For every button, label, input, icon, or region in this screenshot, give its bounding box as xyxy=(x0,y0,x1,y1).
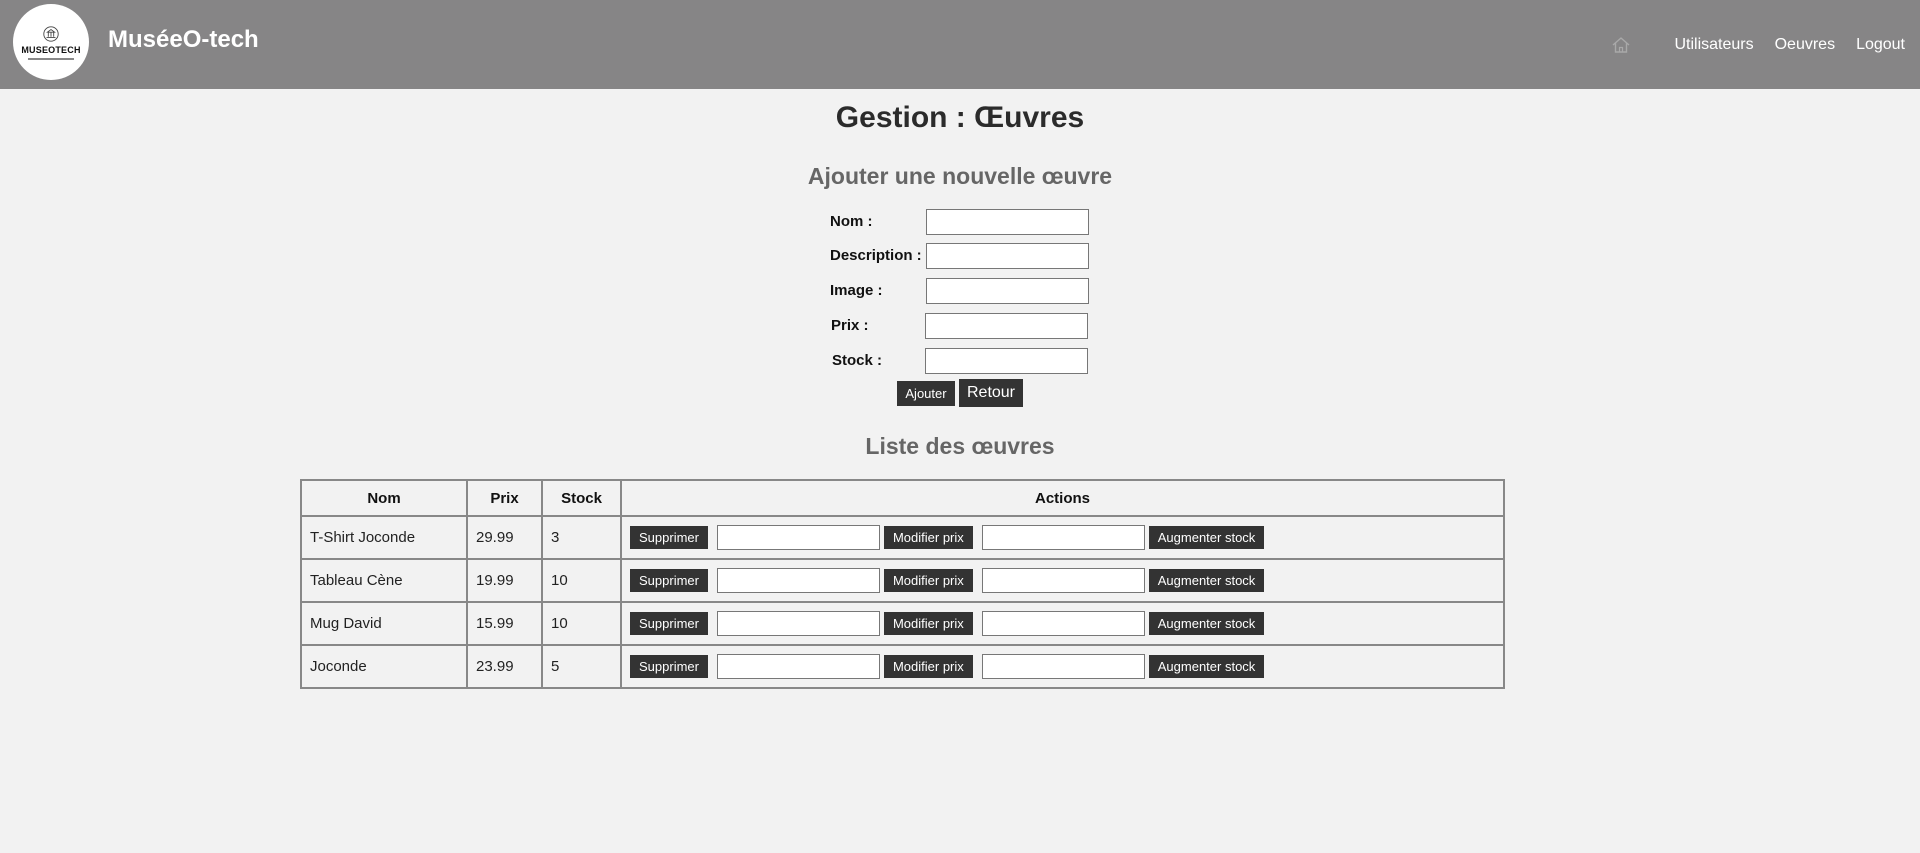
page-title: Gestion : Œuvres xyxy=(835,101,1085,134)
image-input[interactable] xyxy=(926,278,1089,304)
nav-utilisateurs[interactable]: Utilisateurs xyxy=(1674,36,1753,54)
table-row: T-Shirt Joconde 29.99 3 Supprimer Modifi… xyxy=(300,515,1505,560)
column-header-nom: Nom xyxy=(300,479,468,517)
stock-amount-input[interactable] xyxy=(981,525,1145,550)
column-header-prix: Prix xyxy=(466,479,543,517)
form-row-prix: Prix : xyxy=(831,312,869,338)
cell-stock: 10 xyxy=(541,558,622,603)
description-label: Description : xyxy=(830,246,922,264)
augmenter-stock-button[interactable]: Augmenter stock xyxy=(1148,569,1265,592)
form-row-image: Image : xyxy=(830,277,883,303)
supprimer-button[interactable]: Supprimer xyxy=(630,526,708,549)
nom-label: Nom : xyxy=(830,212,873,230)
modifier-prix-button[interactable]: Modifier prix xyxy=(883,655,973,678)
cell-prix: 15.99 xyxy=(466,601,543,646)
retour-button[interactable]: Retour xyxy=(959,379,1023,407)
ajouter-button[interactable]: Ajouter xyxy=(897,381,955,406)
cell-stock: 5 xyxy=(541,644,622,689)
cell-actions: Supprimer Modifier prix Augmenter stock xyxy=(620,601,1505,646)
top-navbar: MUSEOTECH MuséeO-tech Utilisateurs Oeuvr… xyxy=(0,0,1920,89)
modifier-prix-button[interactable]: Modifier prix xyxy=(883,569,973,592)
stock-amount-input[interactable] xyxy=(981,654,1145,679)
logo-tagline-line xyxy=(28,57,74,60)
new-price-input[interactable] xyxy=(716,611,880,636)
table-header-row: Nom Prix Stock Actions xyxy=(300,479,1505,517)
modifier-prix-button[interactable]: Modifier prix xyxy=(883,526,973,549)
table-row: Tableau Cène 19.99 10 Supprimer Modifier… xyxy=(300,558,1505,603)
supprimer-button[interactable]: Supprimer xyxy=(630,612,708,635)
cell-prix: 23.99 xyxy=(466,644,543,689)
stock-amount-input[interactable] xyxy=(981,611,1145,636)
table-row: Joconde 23.99 5 Supprimer Modifier prix … xyxy=(300,644,1505,689)
new-price-input[interactable] xyxy=(716,654,880,679)
column-header-stock: Stock xyxy=(541,479,622,517)
add-form-title: Ajouter une nouvelle œuvre xyxy=(807,163,1113,189)
cell-prix: 19.99 xyxy=(466,558,543,603)
prix-label: Prix : xyxy=(831,316,869,334)
new-price-input[interactable] xyxy=(716,568,880,593)
form-row-description: Description : xyxy=(830,242,922,268)
augmenter-stock-button[interactable]: Augmenter stock xyxy=(1148,612,1265,635)
cell-stock: 3 xyxy=(541,515,622,560)
cell-nom: Tableau Cène xyxy=(300,558,468,603)
cell-actions: Supprimer Modifier prix Augmenter stock xyxy=(620,515,1505,560)
nav-logout[interactable]: Logout xyxy=(1856,36,1905,54)
image-label: Image : xyxy=(830,281,883,299)
cell-actions: Supprimer Modifier prix Augmenter stock xyxy=(620,558,1505,603)
nav-oeuvres[interactable]: Oeuvres xyxy=(1775,36,1835,54)
form-row-nom: Nom : xyxy=(830,208,873,234)
museotech-logo[interactable]: MUSEOTECH xyxy=(13,4,89,80)
cell-nom: Mug David xyxy=(300,601,468,646)
cell-actions: Supprimer Modifier prix Augmenter stock xyxy=(620,644,1505,689)
supprimer-button[interactable]: Supprimer xyxy=(630,569,708,592)
stock-label: Stock : xyxy=(832,351,883,369)
stock-input[interactable] xyxy=(925,348,1088,374)
logo-text: MUSEOTECH xyxy=(21,44,81,55)
description-input[interactable] xyxy=(926,243,1089,269)
home-icon[interactable] xyxy=(1611,34,1633,56)
supprimer-button[interactable]: Supprimer xyxy=(630,655,708,678)
modifier-prix-button[interactable]: Modifier prix xyxy=(883,612,973,635)
augmenter-stock-button[interactable]: Augmenter stock xyxy=(1148,655,1265,678)
cell-prix: 29.99 xyxy=(466,515,543,560)
cell-nom: Joconde xyxy=(300,644,468,689)
cell-nom: T-Shirt Joconde xyxy=(300,515,468,560)
main-nav: Utilisateurs Oeuvres Logout xyxy=(1611,34,1905,56)
table-row: Mug David 15.99 10 Supprimer Modifier pr… xyxy=(300,601,1505,646)
museum-emblem-icon xyxy=(43,25,59,42)
nom-input[interactable] xyxy=(926,209,1089,235)
augmenter-stock-button[interactable]: Augmenter stock xyxy=(1148,526,1265,549)
column-header-actions: Actions xyxy=(620,479,1505,517)
stock-amount-input[interactable] xyxy=(981,568,1145,593)
brand-title[interactable]: MuséeO-tech xyxy=(108,26,259,54)
prix-input[interactable] xyxy=(925,313,1088,339)
list-title: Liste des œuvres xyxy=(865,433,1055,459)
new-price-input[interactable] xyxy=(716,525,880,550)
oeuvres-table: Nom Prix Stock Actions T-Shirt Joconde 2… xyxy=(300,479,1505,689)
cell-stock: 10 xyxy=(541,601,622,646)
form-row-stock: Stock : xyxy=(832,347,882,373)
